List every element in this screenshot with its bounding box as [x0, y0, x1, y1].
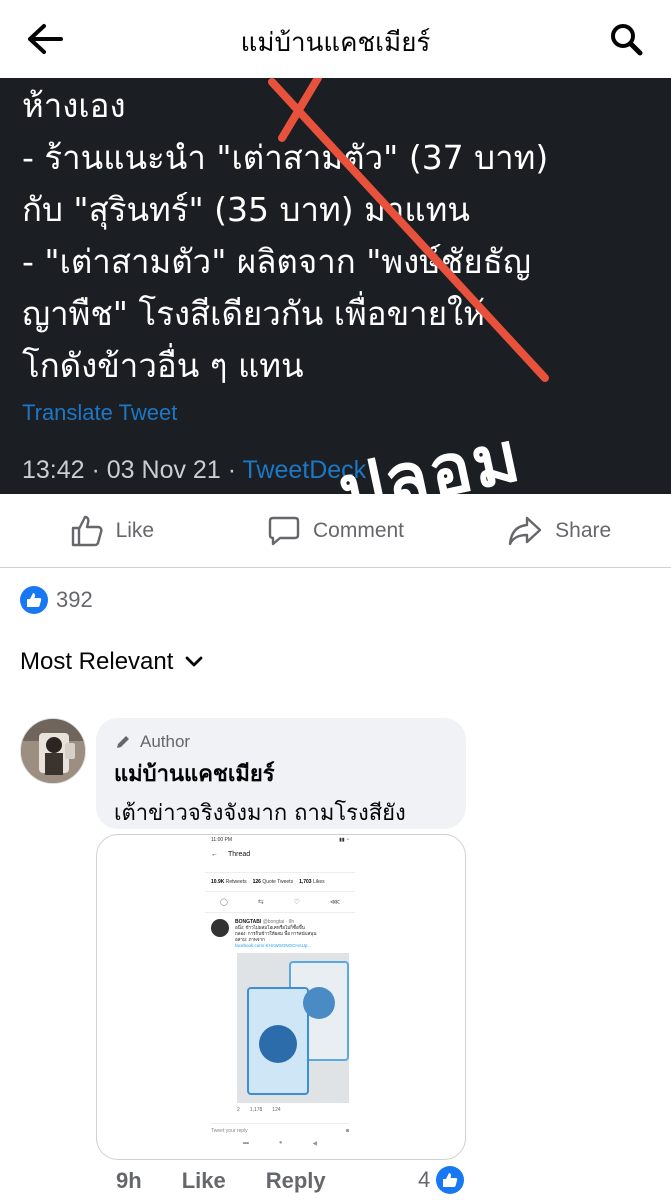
screenshot-thumbnail: 11:00 PM ▮▮ ◔ ← Thread 10.9K Retweets 126 … [205, 835, 355, 1159]
nav-back-icon: ◀ [312, 1141, 318, 1147]
comment-reaction-count: 4 [418, 1167, 431, 1192]
nav-square-icon: ▬ [242, 1140, 249, 1146]
tweet-author-avatar [211, 919, 229, 937]
tweet-link: facebook.com/ KHAWSONGCHAUp... [235, 943, 312, 948]
search-icon[interactable] [603, 16, 649, 62]
author-badge-label: Author [140, 732, 191, 751]
post-image[interactable]: ห้างเอง - ร้านแนะนำ "เต่าสามตัว" (37 บาท… [0, 78, 671, 494]
bag-label-circle-back [303, 987, 335, 1019]
comment-author-name[interactable]: แม่บ้านแคชเมียร์ [114, 756, 448, 791]
status-time: 11:00 PM [211, 837, 233, 843]
tweet-reply-count: 2 [237, 1107, 240, 1113]
status-bar: 11:00 PM ▮▮ ◔ [205, 835, 355, 845]
likes-count: 1,703 [299, 879, 312, 885]
reactions-summary[interactable]: 392 [20, 586, 93, 614]
thread-title: Thread [228, 851, 251, 858]
tweet-reply-bar: Tweet your reply ◙ [211, 1123, 349, 1134]
tweet-content: BONGTABI @bongtai · 9h อนึ่ง: ข้าวไม่ผสม… [235, 919, 316, 949]
retweet-small-icon: ⇆ [257, 899, 264, 906]
bag-label-circle [259, 1025, 297, 1063]
android-nav-bar: ▬ ● ◀ [205, 1140, 355, 1147]
comment-attachment-image[interactable]: 11:00 PM ▮▮ ◔ ← Thread 10.9K Retweets 126 … [96, 834, 466, 1160]
share-button[interactable]: Share [447, 494, 671, 567]
comment-bubble[interactable]: Author แม่บ้านแคชเมียร์ เต้าข่าวจริงจังม… [96, 718, 466, 829]
quotes-stat: 126 Quote Tweets [253, 879, 294, 885]
thread-stats: 10.9K Retweets 126 Quote Tweets 1,703 Li… [205, 872, 355, 892]
comment-text: เต้าข่าวจริงจังมาก ถามโรงสียัง [114, 801, 406, 826]
reaction-count: 392 [56, 587, 93, 612]
share-label: Share [555, 518, 612, 542]
sort-label: Most Relevant [20, 648, 174, 675]
likes-label: Likes [312, 879, 325, 885]
comment-button[interactable]: Comment [224, 494, 448, 567]
comment-reply-button[interactable]: Reply [266, 1168, 326, 1194]
author-badge: Author [114, 732, 448, 752]
comment-like-button[interactable]: Like [182, 1168, 226, 1194]
retweets-label: Retweets [225, 879, 247, 885]
reply-small-icon: ◯ [220, 899, 228, 906]
comment-footer: 9h Like Reply [116, 1168, 326, 1194]
nav-home-icon: ● [278, 1140, 283, 1146]
rice-bags-photo [237, 953, 349, 1103]
tweet-like-count: 124 [272, 1107, 281, 1113]
quotes-count: 126 [252, 879, 261, 885]
comment-reactions[interactable]: 4 [418, 1166, 465, 1194]
retweets-stat: 10.9K Retweets [211, 879, 247, 885]
likes-stat: 1,703 Likes [299, 879, 325, 885]
like-reaction-icon [436, 1166, 465, 1194]
share-arrow-icon [508, 516, 542, 545]
back-arrow-icon[interactable] [22, 16, 68, 62]
comment-label: Comment [312, 518, 405, 542]
like-label: Like [115, 518, 155, 542]
share-small-icon: ⋘ [330, 899, 340, 906]
chevron-down-icon [186, 656, 203, 667]
comment-bubble-icon [268, 516, 300, 545]
quotes-label: Quote Tweets [262, 879, 294, 885]
camera-small-icon: ◙ [345, 1128, 349, 1134]
comment-sort-dropdown[interactable]: Most Relevant [20, 648, 203, 676]
tweet-author-row: BONGTABI @bongtai · 9h อนึ่ง: ข้าวไม่ผสม… [205, 913, 355, 949]
thread-actions: ◯ ⇆ ♡ ⋘ [205, 892, 355, 913]
tweet-reply-placeholder: Tweet your reply [211, 1128, 248, 1134]
tweet-retweet-count: 1,178 [249, 1107, 263, 1113]
pencil-icon [117, 736, 129, 748]
top-bar: แม่บ้านแคชเมียร์ [0, 0, 671, 78]
avatar[interactable] [20, 718, 86, 784]
red-cross-mark [268, 78, 549, 382]
status-icons: ▮▮ ◔ [339, 837, 349, 843]
like-button[interactable]: Like [0, 494, 224, 567]
like-reaction-icon [20, 586, 48, 614]
post-action-bar: Like Comment Share [0, 494, 671, 568]
thread-header: ← Thread [205, 845, 355, 864]
page-title: แม่บ้านแคชเมียร์ [240, 27, 431, 57]
comment-time: 9h [116, 1168, 142, 1193]
thumbs-up-icon [71, 515, 103, 546]
back-arrow-small-icon: ← [211, 851, 218, 858]
retweets-count: 10.9K [211, 879, 225, 885]
heart-small-icon: ♡ [293, 899, 300, 906]
tweet-counts: 2 1,178 124 [231, 1103, 355, 1117]
